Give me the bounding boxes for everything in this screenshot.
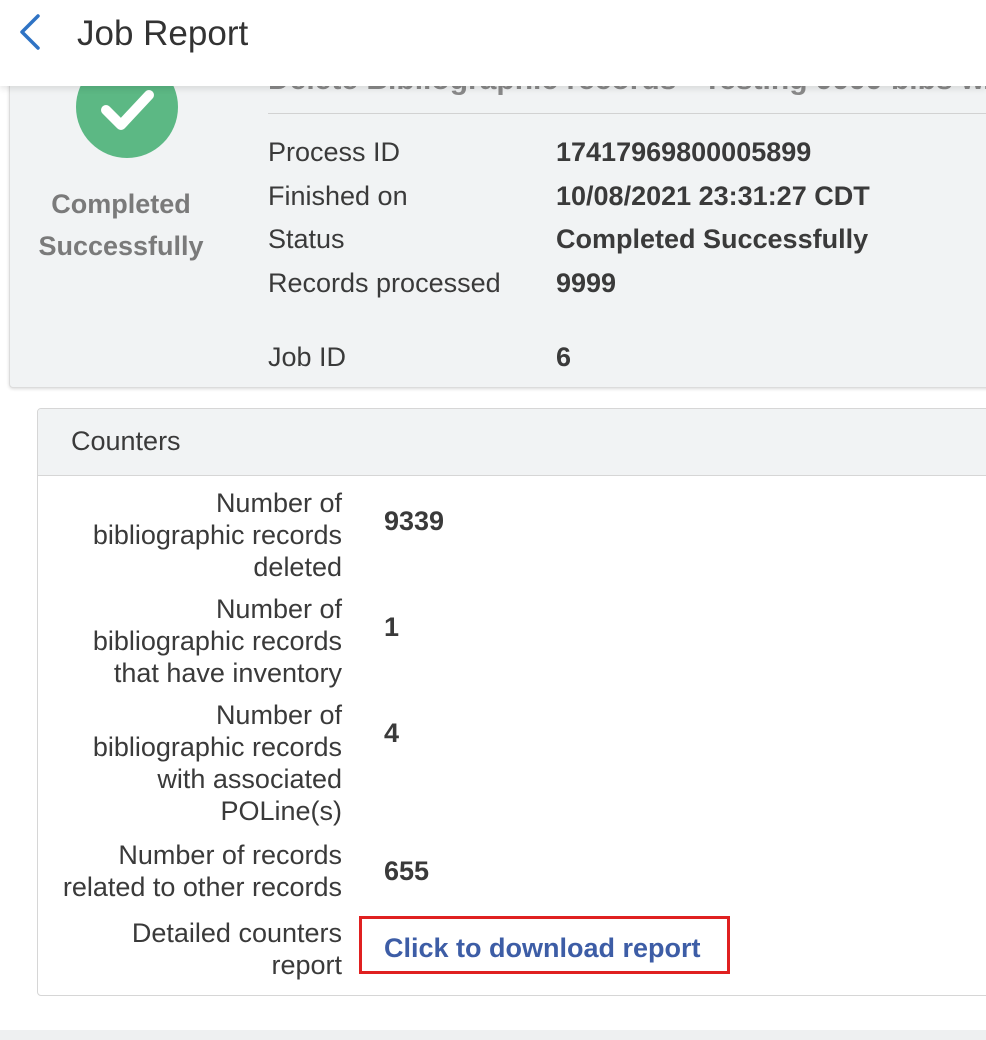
status-field-value: Completed Successfully (556, 224, 869, 254)
finished-on-label: Finished on (268, 181, 408, 211)
page-title: Job Report (77, 14, 249, 53)
counter-label-line: bibliographic records (92, 732, 342, 762)
page-header: Job Report (0, 0, 986, 86)
bottom-bar (0, 1030, 986, 1040)
counter-value-poline: 4 (384, 718, 400, 748)
counters-header: Counters (38, 409, 986, 476)
download-report-link[interactable]: Click to download report (384, 930, 701, 966)
counter-label-line: Number of (215, 700, 342, 730)
counter-label-line: Number of (215, 488, 342, 518)
status-label-line1: Completed (51, 189, 191, 219)
counter-label-line: Detailed counters (131, 918, 342, 948)
job-summary-card: Completed Successfully Delete Bibliograp… (9, 60, 986, 388)
divider (268, 113, 986, 114)
counter-label-line: Number of records (118, 840, 342, 870)
job-id-value: 6 (556, 342, 572, 372)
records-processed-value: 9999 (556, 268, 617, 298)
finished-on-value: 10/08/2021 23:31:27 CDT (556, 181, 870, 211)
counter-label-detailed-report: Detailed counters report (38, 917, 342, 981)
counter-label-line: Number of (215, 594, 342, 624)
status-label-line2: Successfully (38, 231, 204, 261)
counter-label-line: related to other records (62, 872, 342, 902)
counter-value-related: 655 (384, 856, 430, 886)
process-id-value: 17417969800005899 (556, 137, 812, 167)
counter-label-line: with associated (157, 764, 342, 794)
counter-label-poline: Number of bibliographic records with ass… (38, 699, 342, 827)
records-processed-label: Records processed (268, 268, 501, 298)
counter-label-line: deleted (253, 552, 342, 582)
counter-label-line: that have inventory (113, 658, 342, 688)
back-button[interactable] (12, 12, 52, 52)
chevron-left-icon (20, 14, 40, 50)
counter-label-line: POLine(s) (220, 796, 342, 826)
status-field-label: Status (268, 224, 345, 254)
counter-label-line: report (271, 950, 342, 980)
counters-panel: Counters Number of bibliographic records… (37, 408, 986, 996)
counter-value-inventory: 1 (384, 612, 400, 642)
counters-title: Counters (71, 426, 181, 456)
job-id-label: Job ID (268, 342, 347, 372)
counter-label-related: Number of records related to other recor… (38, 839, 342, 903)
counter-label-line: bibliographic records (92, 626, 342, 656)
counter-label-line: bibliographic records (92, 520, 342, 550)
status-label: Completed Successfully (30, 183, 212, 267)
counter-label-inventory: Number of bibliographic records that hav… (38, 593, 342, 689)
process-id-label: Process ID (268, 137, 401, 167)
counter-value-deleted: 9339 (384, 506, 445, 536)
counter-label-deleted: Number of bibliographic records deleted (38, 487, 342, 583)
